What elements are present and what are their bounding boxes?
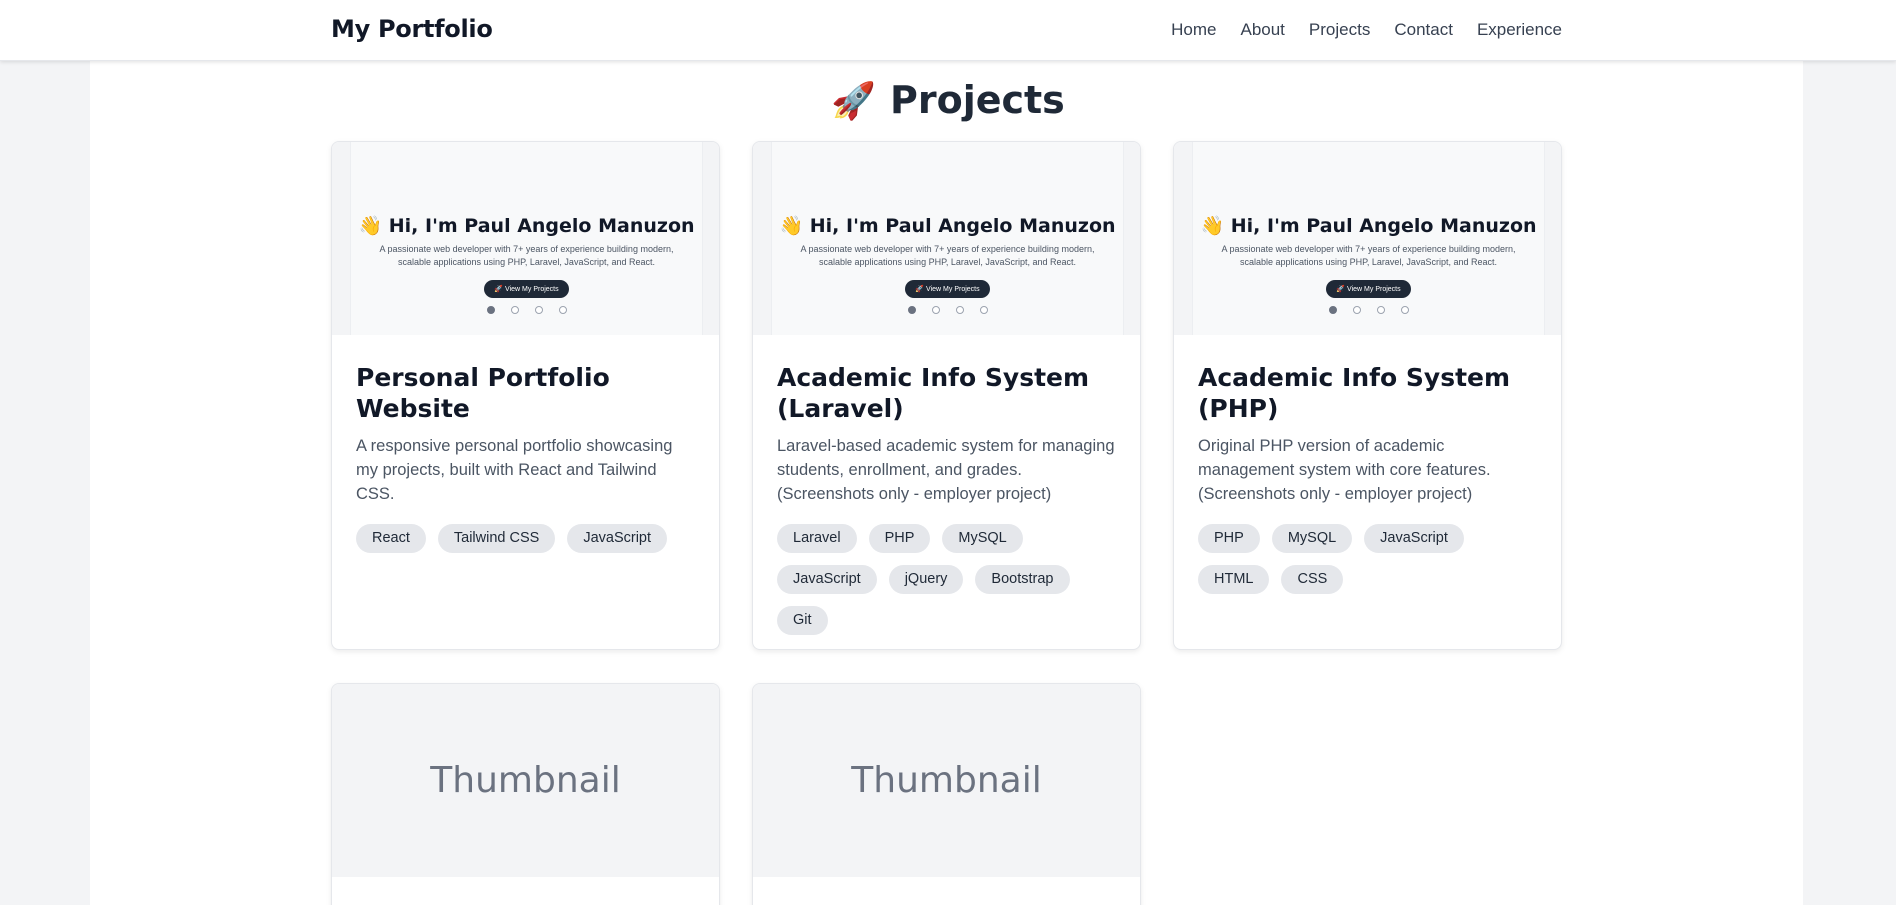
tech-tag: HTML xyxy=(1198,565,1270,594)
tech-tag: jQuery xyxy=(888,565,964,594)
preview-heading: 👋 Hi, I'm Paul Angelo Manuzon xyxy=(1200,215,1537,237)
preview-button: 🚀 View My Projects xyxy=(905,280,990,298)
wave-icon: 👋 xyxy=(1200,215,1225,237)
thumbnail-preview: 👋 Hi, I'm Paul Angelo Manuzon A passiona… xyxy=(350,142,703,335)
project-thumbnail[interactable]: 👋 Hi, I'm Paul Angelo Manuzon A passiona… xyxy=(753,142,1140,335)
navbar: My Portfolio Home About Projects Contact… xyxy=(0,0,1896,61)
thumbnail-placeholder[interactable]: Thumbnail xyxy=(332,684,719,877)
preview-button: 🚀 View My Projects xyxy=(484,280,569,298)
tag-list: Laravel PHP MySQL JavaScript jQuery Boot… xyxy=(777,524,1116,635)
wave-icon: 👋 xyxy=(358,215,383,237)
tech-tag: Tailwind CSS xyxy=(437,524,556,553)
nav-link-contact[interactable]: Contact xyxy=(1394,20,1453,40)
preview-subtitle: A passionate web developer with 7+ years… xyxy=(1221,244,1516,267)
tech-tag: CSS xyxy=(1281,565,1344,594)
project-title: Personal Portfolio Website xyxy=(356,363,610,423)
carousel-dot[interactable] xyxy=(1376,306,1385,314)
section-title-text: Projects xyxy=(890,78,1065,122)
carousel-dots xyxy=(772,306,1123,314)
tech-tag: Bootstrap xyxy=(975,565,1070,594)
tech-tag: PHP xyxy=(1198,524,1260,553)
card-body: Academic Info System (Laravel) Laravel-b… xyxy=(753,335,1140,649)
project-card[interactable]: Thumbnail xyxy=(331,683,720,905)
tech-tag: MySQL xyxy=(942,524,1023,553)
project-thumbnail[interactable]: 👋 Hi, I'm Paul Angelo Manuzon A passiona… xyxy=(332,142,719,335)
preview-subtitle: A passionate web developer with 7+ years… xyxy=(379,244,674,267)
nav-link-home[interactable]: Home xyxy=(1171,20,1216,40)
carousel-dot[interactable] xyxy=(979,306,988,314)
project-title: Academic Info System (Laravel) xyxy=(777,363,1090,423)
carousel-dot[interactable] xyxy=(931,306,940,314)
preview-button: 🚀 View My Projects xyxy=(1326,280,1411,298)
carousel-dot[interactable] xyxy=(1352,306,1361,314)
carousel-dot[interactable] xyxy=(486,306,495,314)
tech-tag: Laravel xyxy=(777,524,857,553)
carousel-dot[interactable] xyxy=(1328,306,1337,314)
thumbnail-placeholder[interactable]: Thumbnail xyxy=(753,684,1140,877)
rocket-icon: 🚀 xyxy=(831,81,876,122)
section-title: 🚀 Projects xyxy=(0,78,1896,122)
carousel-dot[interactable] xyxy=(1400,306,1409,314)
preview-subtitle: A passionate web developer with 7+ years… xyxy=(800,244,1095,267)
preview-heading: 👋 Hi, I'm Paul Angelo Manuzon xyxy=(779,215,1116,237)
project-description: A responsive personal portfolio showcasi… xyxy=(356,437,673,503)
thumbnail-preview: 👋 Hi, I'm Paul Angelo Manuzon A passiona… xyxy=(771,142,1124,335)
preview-heading: 👋 Hi, I'm Paul Angelo Manuzon xyxy=(358,215,695,237)
tag-list: React Tailwind CSS JavaScript xyxy=(356,524,695,553)
project-title: Academic Info System (PHP) xyxy=(1198,363,1511,423)
tech-tag: Git xyxy=(777,606,828,635)
project-card[interactable]: 👋 Hi, I'm Paul Angelo Manuzon A passiona… xyxy=(331,141,720,650)
project-description: Laravel-based academic system for managi… xyxy=(777,437,1115,503)
project-thumbnail[interactable]: 👋 Hi, I'm Paul Angelo Manuzon A passiona… xyxy=(1174,142,1561,335)
project-description: Original PHP version of academic managem… xyxy=(1198,437,1491,503)
brand-logo[interactable]: My Portfolio xyxy=(331,15,493,43)
carousel-dot[interactable] xyxy=(955,306,964,314)
card-body: Academic Info System (PHP) Original PHP … xyxy=(1174,335,1561,614)
nav-link-experience[interactable]: Experience xyxy=(1477,20,1562,40)
tech-tag: JavaScript xyxy=(777,565,877,594)
carousel-dot[interactable] xyxy=(534,306,543,314)
carousel-dot[interactable] xyxy=(558,306,567,314)
card-body: Personal Portfolio Website A responsive … xyxy=(332,335,719,573)
tech-tag: React xyxy=(356,524,426,553)
project-card[interactable]: 👋 Hi, I'm Paul Angelo Manuzon A passiona… xyxy=(1173,141,1562,650)
carousel-dot[interactable] xyxy=(510,306,519,314)
wave-icon: 👋 xyxy=(779,215,804,237)
tech-tag: PHP xyxy=(868,524,931,553)
project-card[interactable]: Thumbnail xyxy=(752,683,1141,905)
tech-tag: JavaScript xyxy=(1364,524,1464,553)
tech-tag: JavaScript xyxy=(567,524,668,553)
carousel-dot[interactable] xyxy=(907,306,916,314)
carousel-dots xyxy=(351,306,702,314)
tag-list: PHP MySQL JavaScript HTML CSS xyxy=(1198,524,1537,594)
nav-links: Home About Projects Contact Experience xyxy=(1171,20,1562,40)
thumbnail-preview: 👋 Hi, I'm Paul Angelo Manuzon A passiona… xyxy=(1192,142,1545,335)
carousel-dots xyxy=(1193,306,1544,314)
tech-tag: MySQL xyxy=(1271,524,1353,553)
project-card[interactable]: 👋 Hi, I'm Paul Angelo Manuzon A passiona… xyxy=(752,141,1141,650)
nav-link-about[interactable]: About xyxy=(1240,20,1284,40)
nav-link-projects[interactable]: Projects xyxy=(1309,20,1370,40)
